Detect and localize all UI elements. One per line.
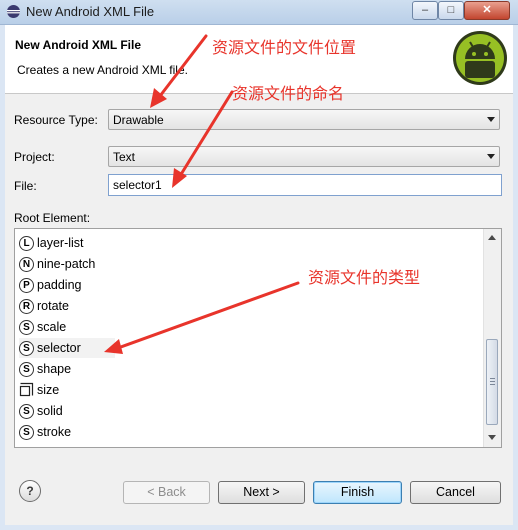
eclipse-app-icon [7, 5, 20, 18]
size-icon [19, 382, 34, 397]
shape-icon: S [19, 362, 34, 377]
project-select[interactable]: Text [108, 146, 500, 167]
header-description: Creates a new Android XML file. [17, 63, 188, 77]
chevron-down-icon [487, 117, 495, 122]
scale-icon: S [19, 320, 34, 335]
minimize-button[interactable]: – [412, 1, 438, 20]
stroke-icon: S [19, 425, 34, 440]
scroll-up-icon[interactable] [488, 235, 496, 240]
annotation-file-location: 资源文件的文件位置 [212, 40, 357, 57]
root-element-label: Root Element: [14, 211, 91, 225]
annotation-file-naming: 资源文件的命名 [232, 86, 345, 103]
cancel-button[interactable]: Cancel [410, 481, 501, 504]
list-item-selector[interactable]: S selector [19, 338, 115, 358]
list-item-rotate[interactable]: R rotate [19, 296, 115, 316]
grip-line [490, 381, 495, 382]
chevron-down-icon [487, 154, 495, 159]
list-item-label: nine-patch [37, 257, 96, 271]
resource-type-value: Drawable [113, 113, 164, 127]
solid-icon: S [19, 404, 34, 419]
help-button[interactable]: ? [19, 480, 41, 502]
next-button[interactable]: Next > [218, 481, 305, 504]
list-item-label: scale [37, 320, 67, 334]
list-item-padding[interactable]: P padding [19, 275, 115, 295]
header-title: New Android XML File [15, 38, 142, 52]
project-label: Project: [14, 150, 55, 164]
list-item-label: shape [37, 362, 72, 376]
list-item-shape[interactable]: S shape [19, 359, 115, 379]
list-scrollbar[interactable] [483, 229, 501, 447]
list-item-label: solid [37, 404, 63, 418]
scrollbar-thumb[interactable] [486, 339, 498, 425]
list-item-layer-list[interactable]: L layer-list [19, 233, 115, 253]
list-item-label: rotate [37, 299, 69, 313]
rotate-icon: R [19, 299, 34, 314]
list-item-label: padding [37, 278, 82, 292]
file-name-input[interactable] [108, 174, 502, 196]
nine-patch-icon: N [19, 257, 34, 272]
android-icon [453, 31, 507, 85]
resource-type-label: Resource Type: [14, 113, 98, 127]
selector-icon: S [19, 341, 34, 356]
list-item-label: stroke [37, 425, 72, 439]
list-item-label: size [37, 383, 60, 397]
finish-button[interactable]: Finish [313, 481, 402, 504]
window-title: New Android XML File [26, 4, 155, 19]
file-label: File: [14, 179, 37, 193]
close-button[interactable]: ✕ [464, 1, 510, 20]
project-value: Text [113, 150, 136, 164]
title-bar: New Android XML File – □ ✕ [0, 0, 518, 25]
list-item-size[interactable]: size [19, 380, 115, 400]
resource-type-select[interactable]: Drawable [108, 109, 500, 130]
list-item-scale[interactable]: S scale [19, 317, 115, 337]
padding-icon: P [19, 278, 34, 293]
back-button[interactable]: < Back [123, 481, 210, 504]
layer-list-icon: L [19, 236, 34, 251]
list-item-label: selector [37, 341, 81, 355]
list-item-label: layer-list [37, 236, 84, 250]
scroll-down-icon[interactable] [488, 435, 496, 440]
list-item-stroke[interactable]: S stroke [19, 422, 115, 442]
list-item-solid[interactable]: S solid [19, 401, 115, 421]
maximize-button[interactable]: □ [438, 1, 464, 20]
root-element-list[interactable]: L layer-list N nine-patch P padding R ro… [14, 228, 502, 448]
grip-line [490, 384, 495, 385]
list-item-nine-patch[interactable]: N nine-patch [19, 254, 115, 274]
grip-line [490, 378, 495, 379]
annotation-file-type: 资源文件的类型 [308, 270, 421, 287]
